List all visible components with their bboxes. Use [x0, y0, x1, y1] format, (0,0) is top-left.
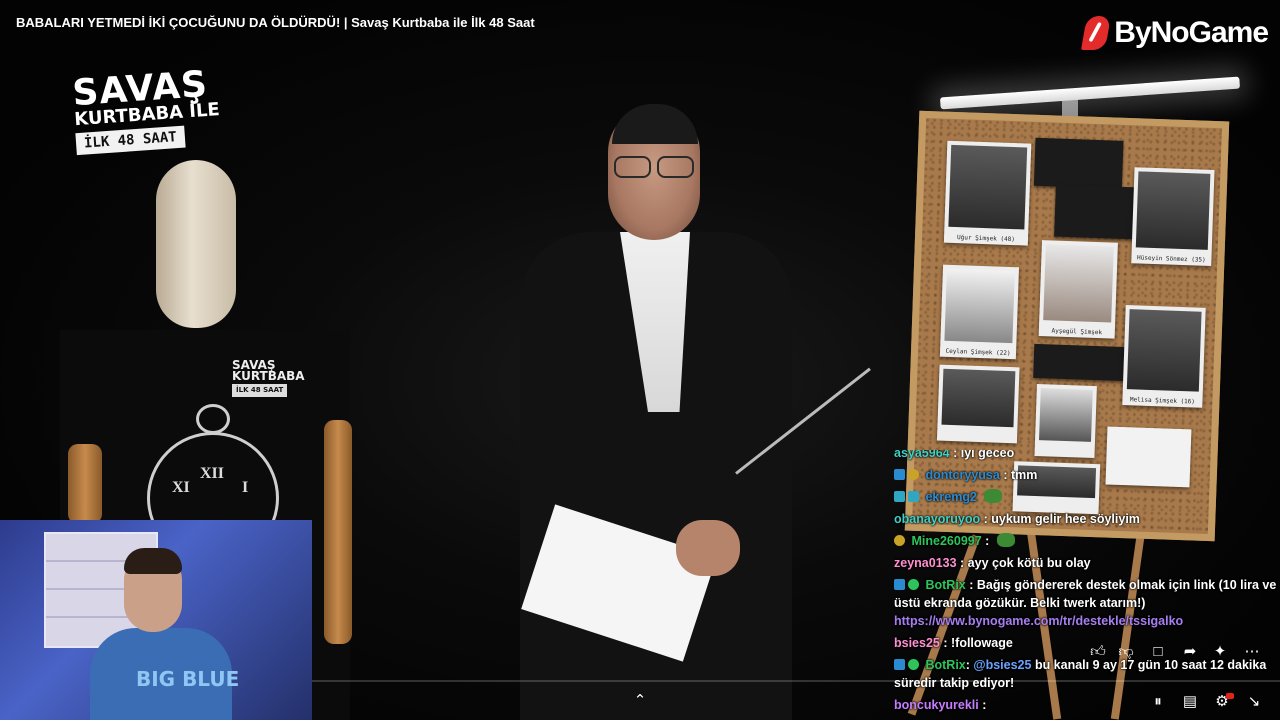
board-photo: Melisa Şimşek (16) [1122, 305, 1206, 408]
chat-username: ekremg2 [925, 490, 977, 504]
video-frame[interactable]: BABALARI YETMEDİ İKİ ÇOCUĞUNU DA ÖLDÜRDÜ… [0, 0, 1280, 720]
shirt-logo-line2: KURTBABA [232, 369, 305, 383]
brand-name: ByNoGame [1114, 16, 1269, 49]
photo-caption: Uğur Şimşek (48) [956, 234, 1015, 244]
board-photo: Ayşegül Şimşek [1038, 240, 1118, 339]
chat-link[interactable]: https://www.bynogame.com/tr/destekle/tss… [894, 614, 1183, 628]
chat-text: : !followage [943, 636, 1013, 650]
chat-text: : [985, 534, 990, 548]
watch-numeral: I [242, 479, 249, 496]
mannequin-right-arm [324, 420, 352, 644]
brand-logo: ByNoGame [1081, 16, 1269, 50]
mannequin-head [156, 160, 236, 328]
chat-message: BotRix : Bağış göndererek destek olmak i… [894, 574, 1280, 632]
gem-badge-icon [908, 491, 919, 502]
board-photo [1034, 383, 1097, 459]
verified-badge-icon [908, 579, 919, 590]
subscriber-badge-icon [908, 469, 919, 480]
verified-badge-icon [908, 659, 919, 670]
gem-badge-icon [894, 491, 905, 502]
moderator-badge-icon [894, 469, 905, 480]
show-logo-line3: İLK 48 SAAT [75, 125, 186, 156]
presenter-glasses [614, 156, 694, 178]
mannequin-left-arm [68, 444, 102, 524]
board-note [1033, 137, 1124, 189]
chat-username: bsies25 [894, 636, 940, 650]
shirt-logo-line3: İLK 48 SAAT [232, 384, 288, 397]
watch-numeral: XII [200, 465, 225, 482]
presenter-hair [612, 104, 698, 144]
chat-username: dontcryyusa [925, 468, 1000, 482]
chat-text: : ayy çok kötü bu olay [960, 556, 1091, 570]
shirt-logo: SAVAŞ KURTBABA İLK 48 SAAT [232, 359, 305, 397]
chat-username: Mine260997 [911, 534, 982, 548]
share-icon[interactable]: ➦ [1178, 640, 1202, 664]
chat-text: : uykum gelir hee söyliyim [983, 512, 1140, 526]
chat-username: obanayoruyoo [894, 512, 981, 526]
show-logo: SAVAŞ KURTBABA İLE İLK 48 SAAT [71, 64, 226, 156]
emote-icon [984, 489, 1003, 503]
hd-badge-icon [1226, 693, 1234, 699]
board-photo [936, 364, 1020, 444]
chat-username: asya5964 [894, 450, 950, 460]
chat-message: obanayoruyoo : uykum gelir hee söyliyim [894, 508, 1280, 530]
streamer-hair [124, 548, 182, 574]
photo-caption: Hüseyin Sönmez (35) [1136, 254, 1206, 264]
chat-username: BotRix [925, 578, 966, 592]
chat-username: boncukyurekli [894, 698, 979, 712]
board-photo: Ceylan Şimşek (22) [939, 264, 1020, 360]
more-options-icon[interactable]: ⋯ [1240, 640, 1264, 664]
like-icon[interactable]: 👍︎ [1086, 640, 1110, 664]
progress-bar[interactable] [312, 680, 1280, 682]
autoplay-toggle-icon[interactable]: ⏸ [1146, 690, 1170, 714]
chat-text: : iyi geceo [953, 450, 1015, 460]
chat-username: zeyna0133 [894, 556, 957, 570]
photo-caption: Ceylan Şimşek (22) [945, 347, 1011, 358]
bynogame-logo-icon [1081, 16, 1112, 50]
moderator-badge-icon [894, 579, 905, 590]
dislike-icon[interactable]: 👎︎ [1114, 640, 1138, 664]
chat-message: Mine260997 : [894, 530, 1280, 552]
chat-message: zeyna0133 : ayy çok kötü bu olay [894, 552, 1280, 574]
webcam-overlay: BIG BLUE [0, 520, 312, 720]
photo-caption: Melisa Şimşek (16) [1129, 396, 1196, 406]
subscriber-badge-icon [894, 535, 905, 546]
moderator-badge-icon [894, 659, 905, 670]
subtitles-icon[interactable]: ▤ [1178, 690, 1202, 714]
chat-mention: @bsies25 [973, 658, 1032, 672]
comment-icon[interactable]: □ [1146, 640, 1170, 664]
chat-message: dontcryyusa : tmm [894, 464, 1280, 486]
board-photo: Uğur Şimşek (48) [943, 140, 1032, 246]
photo-caption: Ayşegül Şimşek [1051, 327, 1103, 337]
pocket-watch-ring [196, 404, 230, 434]
chat-message: ekremg2 [894, 486, 1280, 508]
presenter-hand [676, 520, 740, 576]
board-photo: Hüseyin Sönmez (35) [1131, 167, 1215, 266]
chat-text: : tmm [1003, 468, 1038, 482]
streamer-shirt-text: BIG BLUE [136, 667, 240, 691]
chat-message: asya5964 : iyi geceo [894, 450, 1280, 464]
expand-chevron-up-icon[interactable]: ⌃ [628, 689, 652, 713]
chat-username: BotRix [925, 658, 966, 672]
sparkle-icon[interactable]: ✦ [1208, 640, 1232, 664]
board-lamp [939, 76, 1241, 110]
chat-text: : [982, 698, 987, 712]
exit-fullscreen-icon[interactable]: ↘ [1242, 690, 1266, 714]
watch-numeral: XI [172, 479, 190, 496]
video-title: BABALARI YETMEDİ İKİ ÇOCUĞUNU DA ÖLDÜRDÜ… [16, 15, 535, 30]
emote-icon [996, 533, 1015, 547]
board-note [1033, 343, 1125, 381]
